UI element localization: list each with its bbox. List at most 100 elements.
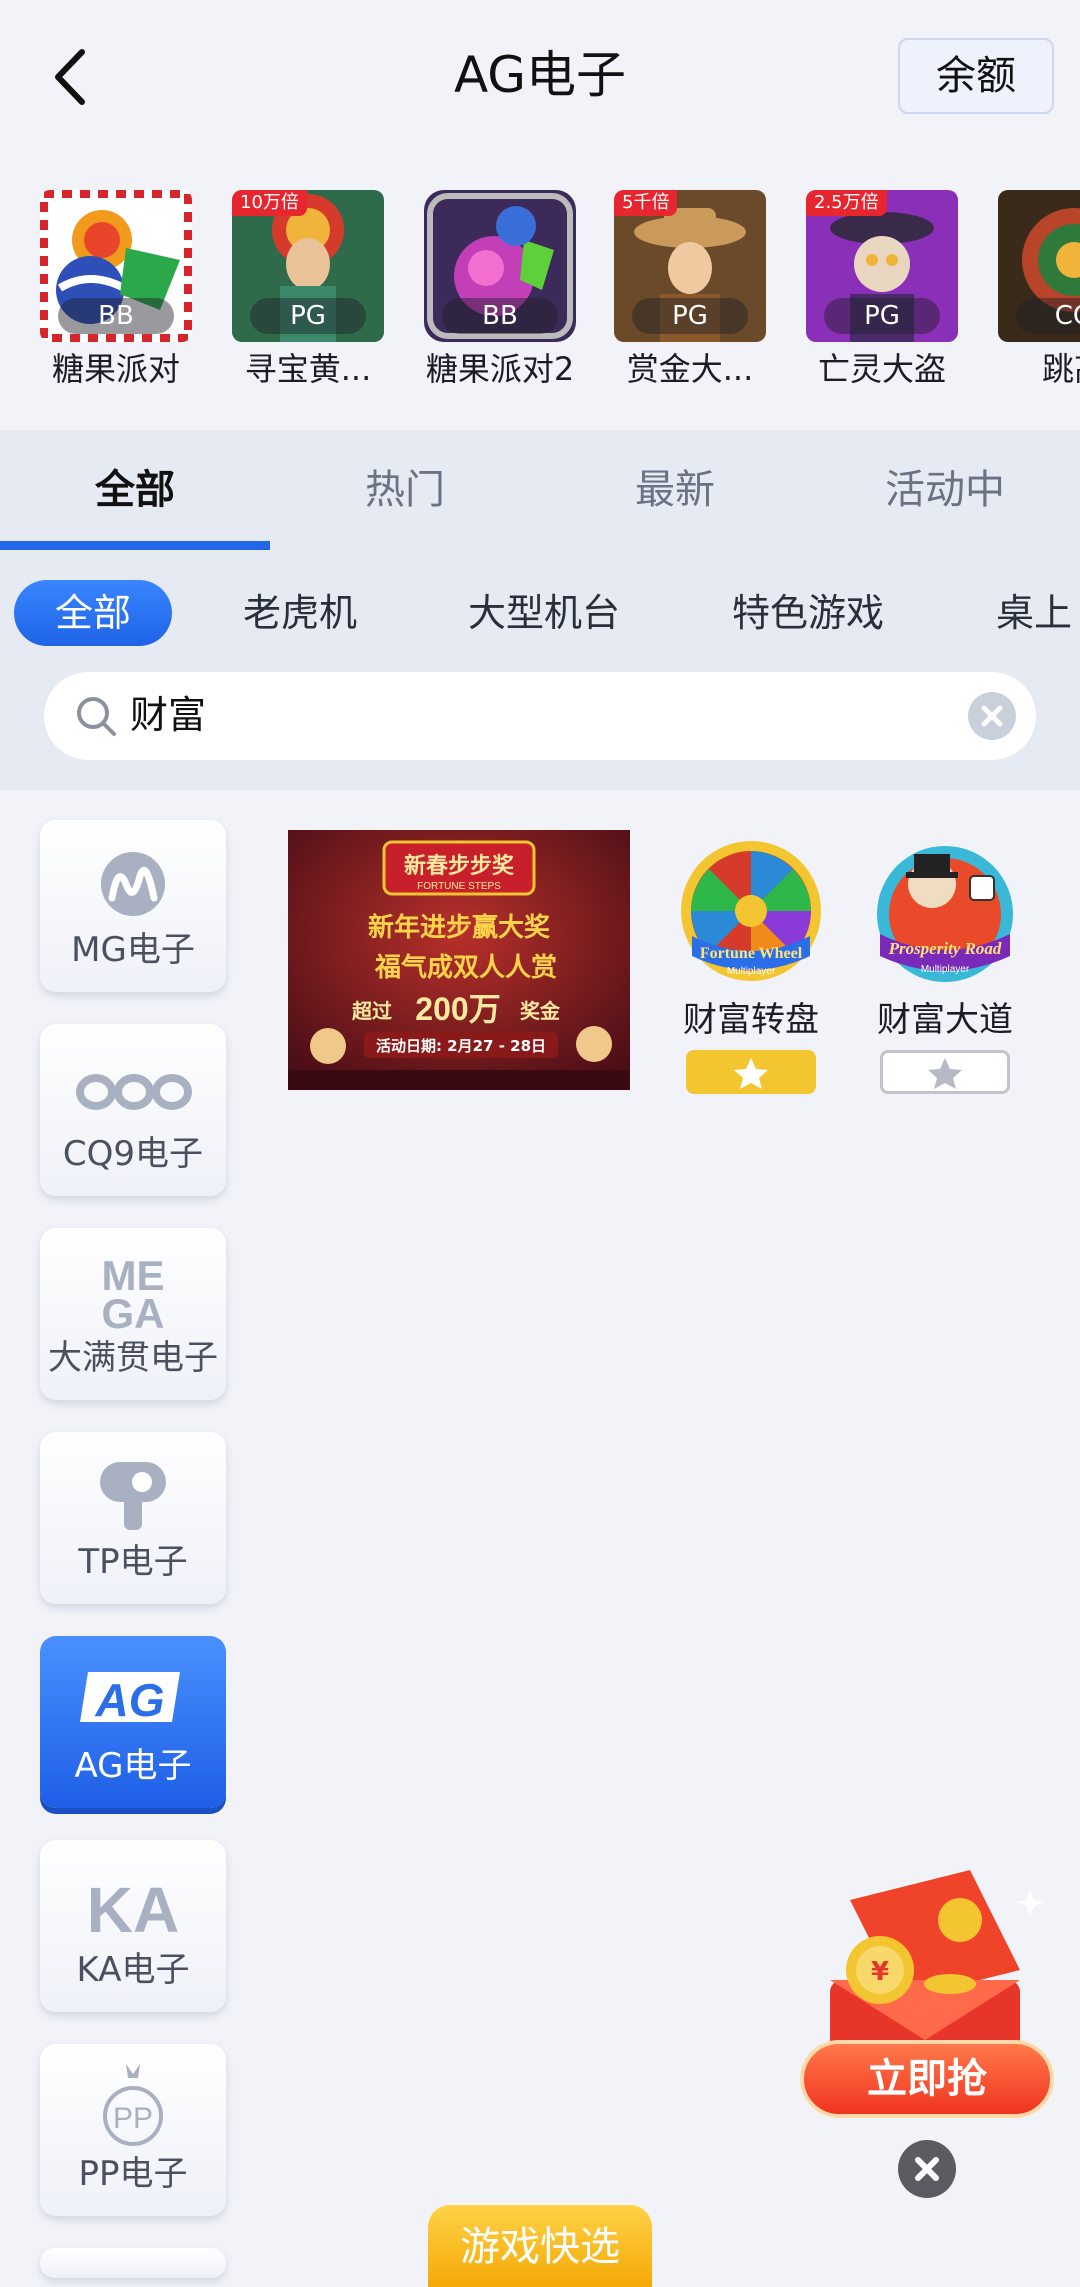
mg-logo-icon xyxy=(101,852,165,916)
cq9-logo-icon xyxy=(76,1074,192,1110)
fortune-wheel-art-subtitle: Multiplayer xyxy=(727,966,776,977)
recent-game-item[interactable]: BB 糖果派对2 xyxy=(424,190,576,392)
multiplier-badge: 10万倍 xyxy=(232,190,307,216)
banner-line-2: 福气成双人人赏 xyxy=(374,952,557,983)
subtab-specialty[interactable]: 特色游戏 xyxy=(724,580,892,646)
recent-game-name: 糖果派对 xyxy=(51,350,180,388)
balance-button[interactable]: 余额 xyxy=(898,38,1054,114)
game-thumbnail: BB xyxy=(424,190,576,342)
banner-heading: 新春步步奖 xyxy=(404,853,515,879)
star-icon xyxy=(734,1058,768,1089)
ag-logo-icon: AG xyxy=(80,1672,180,1726)
banner-prize-amount: 200万 xyxy=(415,991,500,1027)
search-icon xyxy=(77,697,116,736)
favorite-toggle[interactable] xyxy=(686,1050,816,1094)
favorite-toggle[interactable] xyxy=(880,1050,1010,1094)
recent-game-name: 赏金大... xyxy=(626,350,754,388)
ka-logo-text: KA xyxy=(87,1874,179,1946)
provider-label: 大满贯电子 xyxy=(48,1338,218,1378)
recent-game-name: 跳高 xyxy=(1041,350,1080,388)
provider-tag: PG xyxy=(250,298,366,334)
provider-pp[interactable]: PP PP电子 xyxy=(40,2044,226,2216)
close-promo-button[interactable] xyxy=(898,2140,956,2198)
subtab-big-machines[interactable]: 大型机台 xyxy=(460,580,628,646)
game-name: 财富转盘 xyxy=(683,1000,819,1040)
provider-label: TP电子 xyxy=(78,1542,188,1582)
game-thumbnail: 2.5万倍 PG xyxy=(806,190,958,342)
provider-label: MG电子 xyxy=(71,930,195,970)
mega-logo-icon: ME GA xyxy=(102,1252,165,1337)
game-thumbnail: 10万倍 PG xyxy=(232,190,384,342)
provider-tag: PG xyxy=(824,298,940,334)
provider-ag[interactable]: AG AG电子 xyxy=(40,1636,226,1808)
game-name: 财富大道 xyxy=(877,1000,1013,1040)
banner-subheading: FORTUNE STEPS xyxy=(417,881,501,892)
ag-logo-text: AG xyxy=(95,1674,165,1726)
header-bar: AG电子 余额 xyxy=(0,0,1080,150)
fortune-wheel-art: Fortune Wheel Multiplayer xyxy=(681,841,821,981)
provider-next[interactable] xyxy=(40,2248,226,2278)
tp-logo-icon xyxy=(100,1462,166,1530)
tab-events[interactable]: 活动中 xyxy=(810,430,1080,550)
multiplier-badge: 2.5万倍 xyxy=(806,190,887,216)
prosperity-road-art-subtitle: Multiplayer xyxy=(921,964,970,975)
recent-game-name: 亡灵大盗 xyxy=(817,350,946,388)
banner-prize-suffix: 奖金 xyxy=(520,999,561,1023)
recent-game-name: 糖果派对2 xyxy=(425,350,575,388)
recent-game-item[interactable]: BB 糖果派对 xyxy=(40,190,192,392)
subtab-slots[interactable]: 老虎机 xyxy=(230,580,370,646)
provider-mg[interactable]: MG电子 xyxy=(40,820,226,992)
game-thumbnail: BB xyxy=(40,190,192,342)
banner-prize-prefix: 超过 xyxy=(351,999,392,1023)
provider-cq9[interactable]: CQ9电子 xyxy=(40,1024,226,1196)
game-card-prosperity-road[interactable]: Prosperity Road Multiplayer 财富大道 xyxy=(870,836,1020,1094)
banner-dates: 活动日期: 2月27 - 28日 xyxy=(376,1037,546,1055)
subtab-all[interactable]: 全部 xyxy=(14,580,172,646)
tab-hot[interactable]: 热门 xyxy=(270,430,540,550)
event-banner[interactable]: 新春步步奖 FORTUNE STEPS 新年进步赢大奖 福气成双人人赏 超过 2… xyxy=(288,830,630,1090)
provider-label: KA电子 xyxy=(76,1950,190,1990)
grab-now-button[interactable]: 立即抢 xyxy=(800,2040,1054,2118)
recent-game-item[interactable]: 2.5万倍 PG 亡灵大盗 xyxy=(806,190,958,392)
multiplier-badge: 5千倍 xyxy=(614,190,678,216)
banner-line-1: 新年进步赢大奖 xyxy=(368,912,551,943)
tab-new[interactable]: 最新 xyxy=(540,430,810,550)
provider-mega[interactable]: ME GA 大满贯电子 xyxy=(40,1228,226,1400)
active-tab-indicator xyxy=(0,541,270,550)
provider-ka[interactable]: KA KA电子 xyxy=(40,1840,226,2012)
game-card-fortune-wheel[interactable]: Fortune Wheel Multiplayer 财富转盘 xyxy=(676,836,826,1094)
star-icon xyxy=(928,1058,962,1089)
search-bar xyxy=(44,672,1036,760)
provider-label: CQ9电子 xyxy=(62,1134,204,1174)
recent-game-item[interactable]: CQ 跳高 xyxy=(998,190,1080,392)
provider-tag: BB xyxy=(442,298,558,334)
pp-logo-text: PP xyxy=(113,2102,153,2135)
clear-search-icon[interactable] xyxy=(968,692,1016,740)
provider-tag: CQ xyxy=(1016,298,1080,334)
provider-label: PP电子 xyxy=(78,2154,188,2194)
recent-game-item[interactable]: 10万倍 PG 寻宝黄... xyxy=(232,190,384,392)
fortune-wheel-art-title: Fortune Wheel xyxy=(700,945,803,962)
category-tabs: 全部 热门 最新 活动中 xyxy=(0,430,1080,550)
prosperity-road-art: Prosperity Road Multiplayer xyxy=(877,846,1013,982)
game-thumbnail: 5千倍 PG xyxy=(614,190,766,342)
ka-logo-icon: KA xyxy=(87,1874,179,1946)
provider-tp[interactable]: TP电子 xyxy=(40,1432,226,1604)
subtab-table[interactable]: 桌上 xyxy=(996,580,1080,646)
close-icon xyxy=(915,2157,939,2181)
recent-games-row: BB 糖果派对 10万倍 PG 寻宝黄... BB 糖果派对2 5千倍 PG 赏… xyxy=(0,170,1080,420)
quick-pick-button[interactable]: 游戏快选 xyxy=(428,2205,652,2287)
event-banner-art: 新春步步奖 FORTUNE STEPS 新年进步赢大奖 福气成双人人赏 超过 2… xyxy=(288,830,630,1090)
game-thumbnail: CQ xyxy=(998,190,1080,342)
recent-game-item[interactable]: 5千倍 PG 赏金大... xyxy=(614,190,766,392)
provider-tag: PG xyxy=(632,298,748,334)
provider-label: AG电子 xyxy=(74,1746,192,1786)
recent-game-name: 寻宝黄... xyxy=(244,350,372,388)
pp-logo-icon: PP xyxy=(103,2064,163,2146)
provider-tag: BB xyxy=(58,298,174,334)
filter-area: 全部 老虎机 大型机台 特色游戏 桌上 xyxy=(0,550,1080,790)
search-input[interactable] xyxy=(130,672,930,760)
tab-all[interactable]: 全部 xyxy=(0,430,270,550)
yuan-symbol-icon: ¥ xyxy=(871,1957,889,1987)
prosperity-road-art-title: Prosperity Road xyxy=(888,939,1002,958)
